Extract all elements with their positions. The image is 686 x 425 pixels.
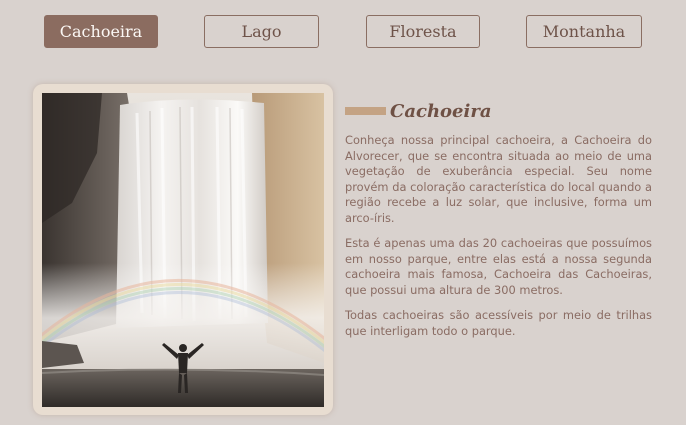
- tab-floresta[interactable]: Floresta: [366, 15, 480, 48]
- article: Cachoeira Conheça nossa principal cachoe…: [345, 98, 652, 339]
- paragraph-3: Todas cachoeiras são acessíveis por meio…: [345, 308, 652, 338]
- waterfall-illustration: [42, 93, 324, 407]
- tab-cachoeira[interactable]: Cachoeira: [44, 15, 158, 48]
- accent-bar: [345, 107, 386, 115]
- tab-lago[interactable]: Lago: [204, 15, 319, 48]
- tab-montanha[interactable]: Montanha: [526, 15, 642, 48]
- paragraph-1: Conheça nossa principal cachoeira, a Cac…: [345, 133, 652, 225]
- waterfall-photo: [42, 93, 324, 407]
- article-header: Cachoeira: [345, 98, 652, 124]
- location-tabs: Cachoeira Lago Floresta Montanha: [44, 15, 642, 49]
- paragraph-2: Esta é apenas uma das 20 cachoeiras que …: [345, 236, 652, 297]
- article-title: Cachoeira: [390, 100, 492, 122]
- photo-card: [33, 84, 333, 415]
